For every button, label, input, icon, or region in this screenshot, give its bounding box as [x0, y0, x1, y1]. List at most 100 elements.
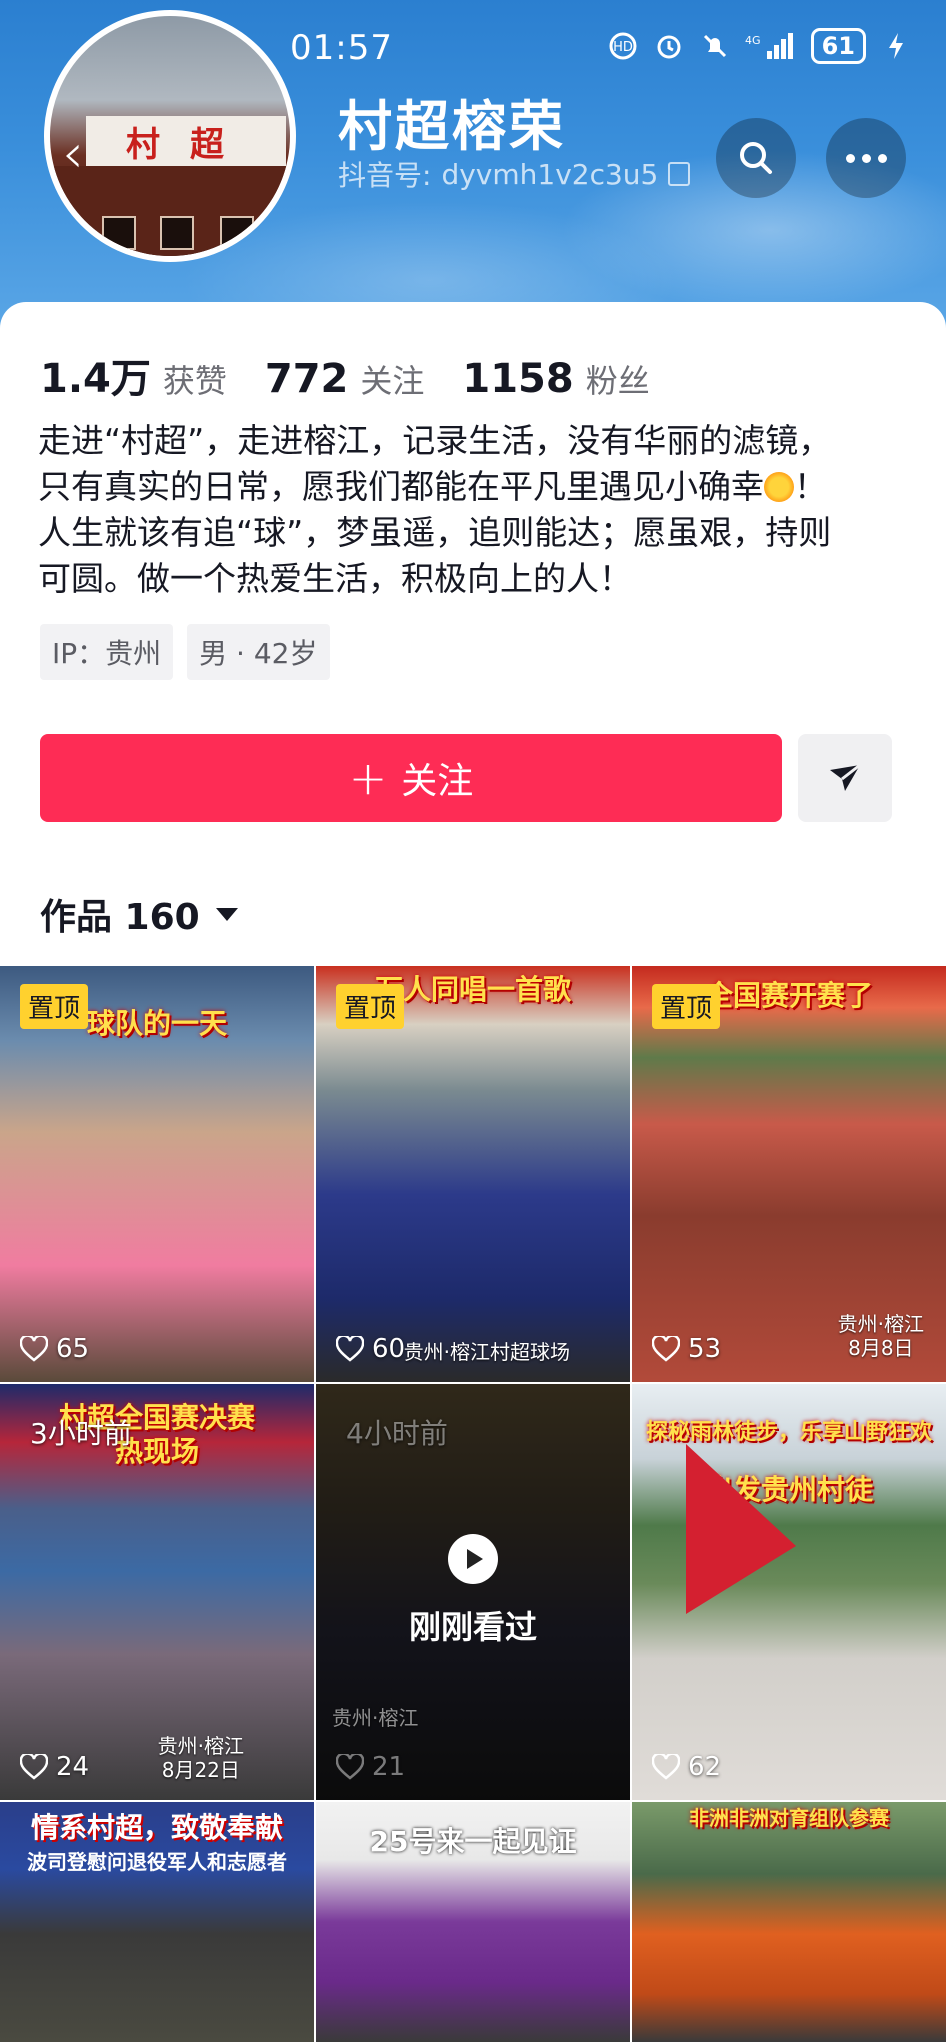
- location-text: 贵州·榕江: [157, 1734, 244, 1758]
- douyin-id-label: 抖音号:: [338, 159, 432, 192]
- video-likes: 62: [652, 1752, 721, 1782]
- bio-line: 只有真实的日常，愿我们都能在平凡里遇见小确幸 ！: [38, 464, 898, 510]
- location-date: 8月22日: [161, 1758, 240, 1782]
- video-tile[interactable]: 情系村超，致敬奉献 波司登慰问退役军人和志愿者: [0, 1802, 314, 2042]
- video-likes: 65: [20, 1334, 89, 1364]
- video-location: 贵州·榕江 8月8日: [838, 1312, 924, 1360]
- bio-line: 可圆。做一个热爱生活，积极向上的人！: [38, 559, 632, 598]
- video-tile[interactable]: 全国赛开赛了 置顶 贵州·榕江 8月8日 53: [632, 966, 946, 1382]
- video-likes: 60: [336, 1334, 405, 1364]
- like-count: 65: [56, 1334, 90, 1364]
- heart-icon: [20, 1336, 48, 1362]
- back-arrow-icon[interactable]: ‹: [62, 127, 98, 181]
- heart-icon: [336, 1754, 364, 1780]
- plus-icon: +: [348, 751, 388, 805]
- video-tile[interactable]: 球队的一天 置顶 65: [0, 966, 314, 1382]
- avatar-sign-char: 超: [190, 124, 224, 165]
- video-likes: 24: [20, 1752, 89, 1782]
- location-date: 8月8日: [848, 1336, 914, 1360]
- douyin-id-value: dyvmh1v2c3u5: [441, 157, 659, 191]
- search-button[interactable]: [716, 118, 796, 198]
- mute-bell-icon: [699, 30, 731, 62]
- avatar-window: [102, 216, 136, 250]
- profile-tags: IP：贵州 男 · 42岁: [40, 624, 330, 680]
- pinned-badge: 置顶: [652, 984, 721, 1029]
- video-banner-line2: 波司登慰问退役军人和志愿者: [27, 1850, 287, 1874]
- chevron-down-icon: [215, 907, 238, 921]
- stat-followers[interactable]: 1158 粉丝: [462, 356, 649, 402]
- heart-icon: [652, 1754, 680, 1780]
- like-count: 21: [372, 1752, 406, 1782]
- stat-value: 1.4万: [40, 356, 151, 402]
- video-grid: 球队的一天 置顶 65 万人同唱一首歌 置顶 贵州·榕江村超球场 60 全国赛开…: [0, 966, 946, 2042]
- profile-bio: 走进“村超”，走进榕江，记录生活，没有华丽的滤镜， 只有真实的日常，愿我们都能在…: [38, 418, 898, 602]
- video-tile[interactable]: 非洲非洲对育组队参赛: [632, 1802, 946, 2042]
- video-tile[interactable]: 探秘雨林徒步，乐享山野狂欢 出发贵州村徒 62: [632, 1384, 946, 1800]
- video-location: 贵州·榕江村超球场: [403, 1340, 570, 1364]
- network-label: 4G: [745, 34, 761, 47]
- video-banner: 非洲非洲对育组队参赛: [689, 1806, 889, 1830]
- video-tile[interactable]: 4小时前 刚刚看过 贵州·榕江 21: [316, 1384, 630, 1800]
- video-location: 贵州·榕江 8月22日: [158, 1734, 244, 1782]
- location-text: 贵州·榕江: [837, 1312, 924, 1336]
- follow-label: 关注: [401, 761, 474, 802]
- avatar-sign: 村 超: [86, 116, 286, 166]
- stat-label: 获赞: [162, 362, 227, 400]
- status-bar-icons: HD 4G 61: [607, 28, 912, 64]
- heart-icon: [20, 1754, 48, 1780]
- bio-line-end: ！: [794, 467, 827, 506]
- time-ago: 3小时前: [30, 1417, 132, 1450]
- bio-line: 人生就该有追“球”，梦虽遥，追则能达；愿虽艰，持则: [38, 513, 832, 552]
- video-banner: 25号来一起见证: [369, 1825, 577, 1858]
- video-banner-line2: 出发贵州村徒: [704, 1473, 873, 1506]
- pinned-badge: 置顶: [336, 984, 405, 1029]
- send-arrow-icon: [830, 763, 861, 791]
- video-tile[interactable]: 村超全国赛决赛 热现场 3小时前 贵州·榕江 8月22日 24: [0, 1384, 314, 1800]
- copy-icon[interactable]: [668, 162, 691, 186]
- avatar-window: [160, 216, 194, 250]
- stat-label: 关注: [360, 362, 425, 400]
- profile-stats: 1.4万 获赞 772 关注 1158 粉丝: [40, 346, 688, 404]
- douyin-id[interactable]: 抖音号: dyvmh1v2c3u5: [338, 154, 691, 194]
- svg-text:HD: HD: [613, 40, 633, 55]
- like-count: 24: [56, 1752, 90, 1782]
- video-banner: 探秘雨林徒步，乐享山野狂欢: [645, 1420, 932, 1445]
- video-likes: 53: [652, 1334, 721, 1364]
- signal-icon: 4G: [745, 30, 797, 62]
- sun-emoji-icon: [764, 472, 794, 502]
- more-dots-icon: [845, 153, 887, 163]
- video-tile[interactable]: 25号来一起见证: [316, 1802, 630, 2042]
- account-name: 村超榕荣: [338, 95, 566, 158]
- stat-following[interactable]: 772 关注: [265, 356, 425, 402]
- alarm-icon: [653, 30, 685, 62]
- stat-value: 1158: [462, 356, 574, 402]
- stat-label: 粉丝: [585, 362, 650, 400]
- avatar-sign-char: 村: [126, 124, 160, 165]
- stat-value: 772: [264, 356, 349, 402]
- share-button[interactable]: [798, 734, 892, 822]
- heart-icon: [652, 1336, 680, 1362]
- recently-watched-label: 刚刚看过: [408, 1608, 537, 1646]
- like-count: 60: [372, 1334, 406, 1364]
- search-icon: [740, 142, 772, 174]
- ip-location-tag: IP：贵州: [40, 624, 174, 680]
- battery-indicator: 61: [810, 28, 866, 64]
- video-location: 贵州·榕江: [332, 1706, 419, 1730]
- play-icon[interactable]: [448, 1534, 498, 1584]
- more-options-button[interactable]: [826, 118, 906, 198]
- video-thumbnail: [632, 1384, 946, 1800]
- like-count: 62: [688, 1752, 722, 1782]
- video-thumbnail: [632, 1802, 946, 2042]
- follow-button[interactable]: + 关注: [40, 734, 782, 822]
- status-time: 01:57: [290, 28, 393, 68]
- heart-icon: [336, 1336, 364, 1362]
- hd-call-icon: HD: [607, 30, 639, 62]
- bio-line-text: 只有真实的日常，愿我们都能在平凡里遇见小确幸: [38, 467, 764, 506]
- video-banner: 情系村超，致敬奉献: [30, 1811, 283, 1844]
- bio-line: 走进“村超”，走进榕江，记录生活，没有华丽的滤镜，: [38, 421, 832, 460]
- works-tab[interactable]: 作品 160: [40, 888, 238, 940]
- works-label: 作品 160: [40, 897, 200, 938]
- like-count: 53: [688, 1334, 722, 1364]
- video-tile[interactable]: 万人同唱一首歌 置顶 贵州·榕江村超球场 60: [316, 966, 630, 1382]
- stat-likes[interactable]: 1.4万 获赞: [40, 346, 227, 404]
